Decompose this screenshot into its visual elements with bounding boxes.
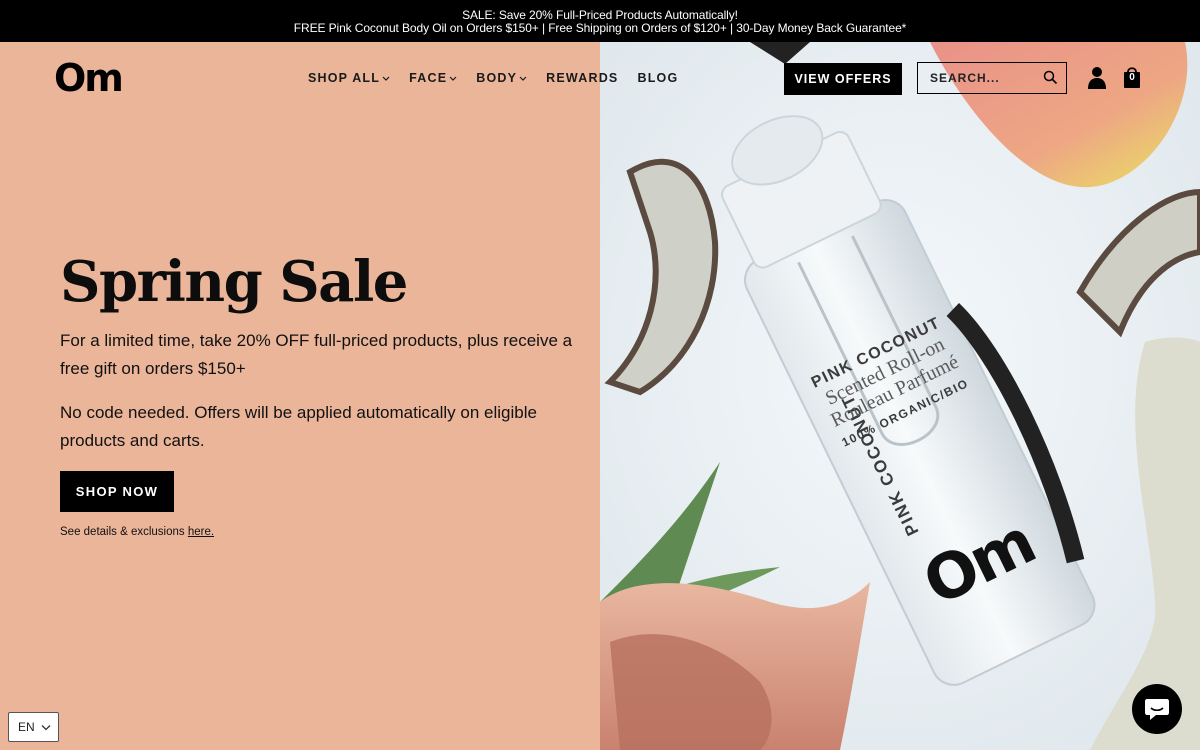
language-selector[interactable]: EN: [8, 712, 59, 742]
language-label: EN: [18, 720, 35, 734]
main-nav: SHOP ALL FACE BODY REWARDS BLOG: [308, 71, 697, 85]
nav-label: BODY: [476, 71, 518, 85]
account-icon[interactable]: [1087, 66, 1107, 90]
nav-blog[interactable]: BLOG: [637, 71, 678, 85]
view-offers-button[interactable]: VIEW OFFERS: [784, 63, 902, 95]
announcement-bar: SALE: Save 20% Full-Priced Products Auto…: [0, 0, 1200, 42]
chevron-down-icon: [449, 76, 457, 81]
nav-body[interactable]: BODY: [476, 71, 527, 85]
site-logo[interactable]: Om: [54, 58, 124, 98]
chat-icon: [1145, 699, 1169, 720]
chevron-down-icon: [41, 724, 51, 730]
chat-button[interactable]: [1132, 684, 1182, 734]
hero-description: For a limited time, take 20% OFF full-pr…: [60, 331, 573, 378]
nav-label: REWARDS: [546, 71, 619, 85]
announcement-line-2: FREE Pink Coconut Body Oil on Orders $15…: [293, 21, 907, 35]
search-input[interactable]: [930, 71, 1035, 85]
nav-label: FACE: [409, 71, 448, 85]
hero-title: Spring Sale: [60, 249, 408, 315]
nav-label: SHOP ALL: [308, 71, 381, 85]
details-text: See details & exclusions here.: [60, 526, 214, 538]
nav-rewards[interactable]: REWARDS: [546, 71, 618, 85]
shop-now-button[interactable]: SHOP NOW: [60, 471, 174, 512]
chevron-down-icon: [519, 76, 527, 81]
details-label: See details & exclusions: [60, 526, 188, 538]
chevron-down-icon: [382, 76, 390, 81]
hero-note: No code needed. Offers will be applied a…: [60, 403, 537, 450]
nav-shop-all[interactable]: SHOP ALL: [308, 71, 390, 85]
search-box: [917, 62, 1067, 94]
hero-image: PINK COCONUT PINK COCONUT Scented Roll-o…: [600, 42, 1200, 750]
search-icon[interactable]: [1043, 70, 1058, 85]
cart-count: 0: [1129, 72, 1135, 83]
hero-text-panel: [0, 42, 600, 750]
nav-label: BLOG: [637, 71, 679, 85]
details-link[interactable]: here.: [188, 526, 214, 538]
cart-button[interactable]: 0: [1123, 66, 1141, 89]
nav-face[interactable]: FACE: [409, 71, 457, 85]
